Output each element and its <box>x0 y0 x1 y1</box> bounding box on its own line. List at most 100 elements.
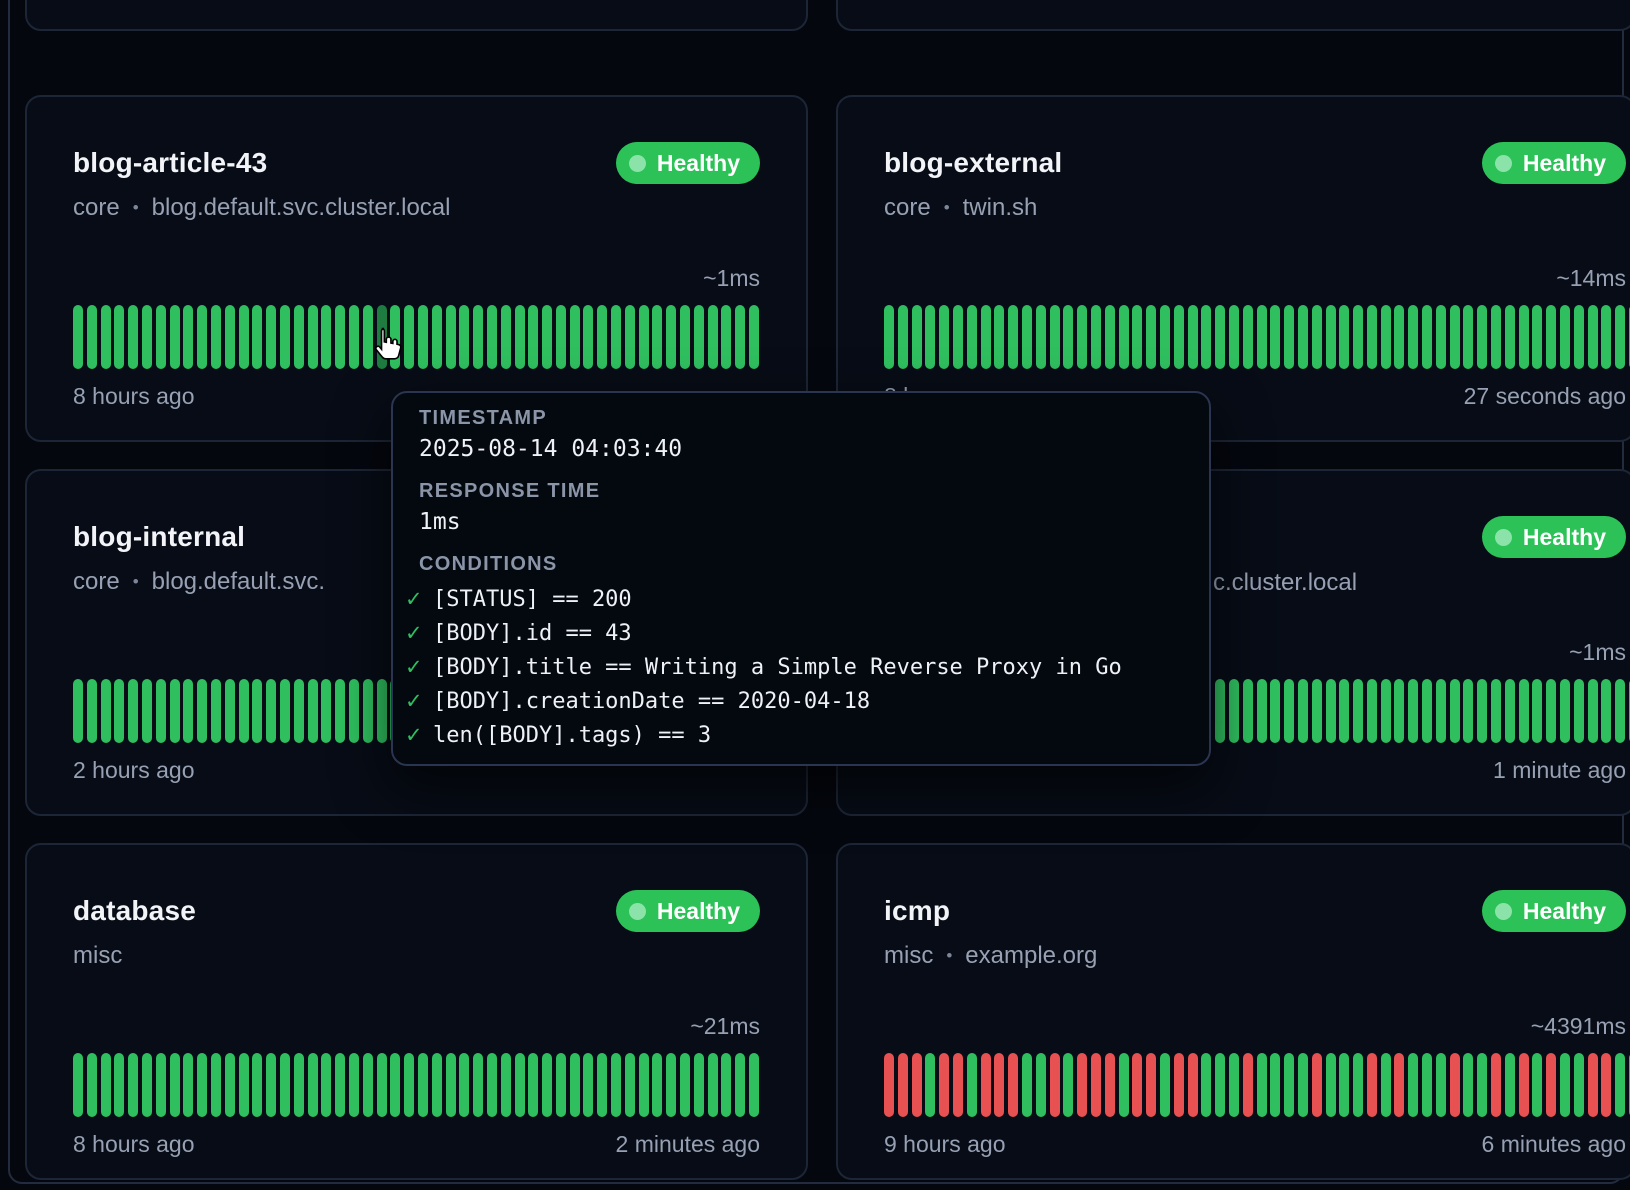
uptime-bar[interactable] <box>1381 305 1391 369</box>
uptime-bar[interactable] <box>939 1053 949 1117</box>
uptime-bar[interactable] <box>183 305 193 369</box>
uptime-bar[interactable] <box>377 305 387 369</box>
uptime-bar[interactable] <box>473 1053 483 1117</box>
uptime-bar[interactable] <box>363 679 373 743</box>
uptime-bar[interactable] <box>1215 305 1225 369</box>
uptime-bar[interactable] <box>390 305 400 369</box>
uptime-bar[interactable] <box>459 305 469 369</box>
endpoint-card-database[interactable]: database Healthy misc ~21ms 8 hours ago … <box>25 843 808 1180</box>
uptime-bar[interactable] <box>611 1053 621 1117</box>
uptime-bar[interactable] <box>1505 679 1515 743</box>
uptime-bar[interactable] <box>1463 1053 1473 1117</box>
uptime-bar[interactable] <box>211 305 221 369</box>
uptime-bar[interactable] <box>170 1053 180 1117</box>
uptime-bar[interactable] <box>183 679 193 743</box>
uptime-bar[interactable] <box>542 305 552 369</box>
uptime-bar[interactable] <box>487 305 497 369</box>
uptime-bar[interactable] <box>252 679 262 743</box>
uptime-bar[interactable] <box>515 305 525 369</box>
uptime-bar[interactable] <box>1201 1053 1211 1117</box>
uptime-bar[interactable] <box>1394 1053 1404 1117</box>
endpoint-card-partial-right[interactable] <box>836 0 1630 31</box>
endpoint-card-icmp[interactable]: icmp Healthy misc • example.org ~4391ms … <box>836 843 1630 1180</box>
uptime-bar[interactable] <box>1077 305 1087 369</box>
uptime-bar[interactable] <box>1367 679 1377 743</box>
uptime-bar[interactable] <box>515 1053 525 1117</box>
uptime-bar[interactable] <box>1367 305 1377 369</box>
uptime-bar[interactable] <box>1546 679 1556 743</box>
uptime-bar[interactable] <box>597 1053 607 1117</box>
uptime-bar[interactable] <box>1008 305 1018 369</box>
uptime-bar[interactable] <box>170 305 180 369</box>
uptime-bar[interactable] <box>266 305 276 369</box>
uptime-bar[interactable] <box>1022 305 1032 369</box>
uptime-bar[interactable] <box>280 1053 290 1117</box>
uptime-bar[interactable] <box>266 1053 276 1117</box>
uptime-bar[interactable] <box>1436 1053 1446 1117</box>
uptime-bar[interactable] <box>925 305 935 369</box>
uptime-bar[interactable] <box>1491 679 1501 743</box>
uptime-bar[interactable] <box>1270 679 1280 743</box>
uptime-bar[interactable] <box>197 305 207 369</box>
uptime-bar[interactable] <box>114 1053 124 1117</box>
uptime-bar[interactable] <box>1436 679 1446 743</box>
uptime-bar[interactable] <box>1574 1053 1584 1117</box>
uptime-bar[interactable] <box>156 679 166 743</box>
uptime-bar[interactable] <box>211 1053 221 1117</box>
uptime-bar[interactable] <box>1477 1053 1487 1117</box>
uptime-bar[interactable] <box>967 1053 977 1117</box>
uptime-bar[interactable] <box>266 679 276 743</box>
uptime-bar[interactable] <box>1519 1053 1529 1117</box>
uptime-bar[interactable] <box>349 679 359 743</box>
endpoint-card-blog-article-43[interactable]: blog-article-43 Healthy core • blog.defa… <box>25 95 808 442</box>
uptime-bar[interactable] <box>898 1053 908 1117</box>
uptime-bar[interactable] <box>1422 1053 1432 1117</box>
uptime-bar[interactable] <box>652 1053 662 1117</box>
uptime-bar[interactable] <box>1560 305 1570 369</box>
uptime-bar[interactable] <box>501 305 511 369</box>
uptime-bar[interactable] <box>1546 1053 1556 1117</box>
uptime-bar[interactable] <box>308 1053 318 1117</box>
uptime-bar[interactable] <box>925 1053 935 1117</box>
uptime-bar[interactable] <box>1119 305 1129 369</box>
uptime-bar[interactable] <box>142 305 152 369</box>
uptime-bar[interactable] <box>939 305 949 369</box>
uptime-bar[interactable] <box>294 679 304 743</box>
uptime-bar[interactable] <box>1394 305 1404 369</box>
uptime-bar[interactable] <box>1298 305 1308 369</box>
uptime-bar[interactable] <box>335 1053 345 1117</box>
uptime-bar[interactable] <box>1326 305 1336 369</box>
uptime-bar[interactable] <box>583 1053 593 1117</box>
uptime-bar[interactable] <box>239 679 249 743</box>
uptime-bar[interactable] <box>680 305 690 369</box>
uptime-bar[interactable] <box>1408 1053 1418 1117</box>
uptime-bar[interactable] <box>981 305 991 369</box>
uptime-bar[interactable] <box>1477 679 1487 743</box>
uptime-bar[interactable] <box>1215 1053 1225 1117</box>
uptime-bar[interactable] <box>446 305 456 369</box>
uptime-bar[interactable] <box>170 679 180 743</box>
uptime-bar[interactable] <box>142 1053 152 1117</box>
uptime-bar[interactable] <box>183 1053 193 1117</box>
uptime-bar[interactable] <box>404 305 414 369</box>
uptime-bar[interactable] <box>128 679 138 743</box>
uptime-bar[interactable] <box>156 1053 166 1117</box>
endpoint-card-partial-left[interactable] <box>25 0 808 31</box>
uptime-bar[interactable] <box>1050 1053 1060 1117</box>
uptime-bar[interactable] <box>1174 305 1184 369</box>
uptime-bar[interactable] <box>1450 679 1460 743</box>
uptime-bar[interactable] <box>197 1053 207 1117</box>
uptime-bar[interactable] <box>377 679 387 743</box>
uptime-bar[interactable] <box>1105 1053 1115 1117</box>
uptime-bar[interactable] <box>694 305 704 369</box>
uptime-bar[interactable] <box>239 305 249 369</box>
uptime-bar[interactable] <box>294 1053 304 1117</box>
uptime-bar[interactable] <box>1463 679 1473 743</box>
uptime-bar[interactable] <box>1229 305 1239 369</box>
uptime-bar[interactable] <box>459 1053 469 1117</box>
uptime-bar[interactable] <box>1257 1053 1267 1117</box>
uptime-bar[interactable] <box>225 679 235 743</box>
uptime-bar[interactable] <box>1436 305 1446 369</box>
uptime-bar[interactable] <box>666 305 676 369</box>
uptime-bar[interactable] <box>446 1053 456 1117</box>
